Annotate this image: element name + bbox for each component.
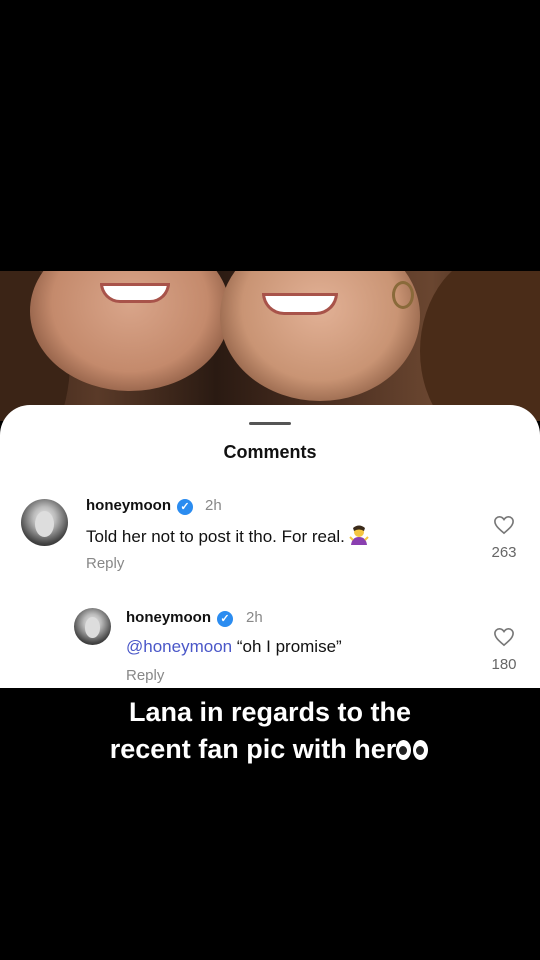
comment-text: Told her not to post it tho. For real. (86, 525, 369, 547)
mention-link[interactable]: @honeymoon (126, 637, 232, 656)
caption-line-1: Lana in regards to the (128, 697, 412, 727)
like-count: 180 (491, 656, 517, 673)
avatar[interactable] (74, 608, 111, 645)
person-shrugging-emoji-icon (349, 525, 369, 545)
comment-time: 2h (205, 497, 222, 514)
heart-icon[interactable] (493, 627, 515, 647)
eyes-emoji-icon (396, 740, 430, 760)
comments-sheet: Comments honeymoon ✓ 2h Told her not to … (0, 405, 540, 688)
comment-username[interactable]: honeymoon (126, 609, 211, 626)
comment-time: 2h (246, 609, 263, 626)
drag-handle[interactable] (249, 422, 291, 425)
caption-line-2: recent fan pic with her (0, 731, 540, 768)
like-count: 263 (491, 544, 517, 561)
avatar[interactable] (21, 499, 68, 546)
verified-badge-icon: ✓ (177, 499, 193, 515)
sheet-title: Comments (223, 442, 317, 462)
reply-button[interactable]: Reply (126, 667, 164, 684)
reply-button[interactable]: Reply (86, 555, 124, 572)
background-photo (0, 271, 540, 421)
verified-badge-icon: ✓ (217, 611, 233, 627)
comment-username[interactable]: honeymoon (86, 497, 171, 514)
video-caption: Lana in regards to the recent fan pic wi… (0, 694, 540, 768)
comment-text: @honeymoon “oh I promise” (126, 637, 342, 656)
heart-icon[interactable] (493, 515, 515, 535)
